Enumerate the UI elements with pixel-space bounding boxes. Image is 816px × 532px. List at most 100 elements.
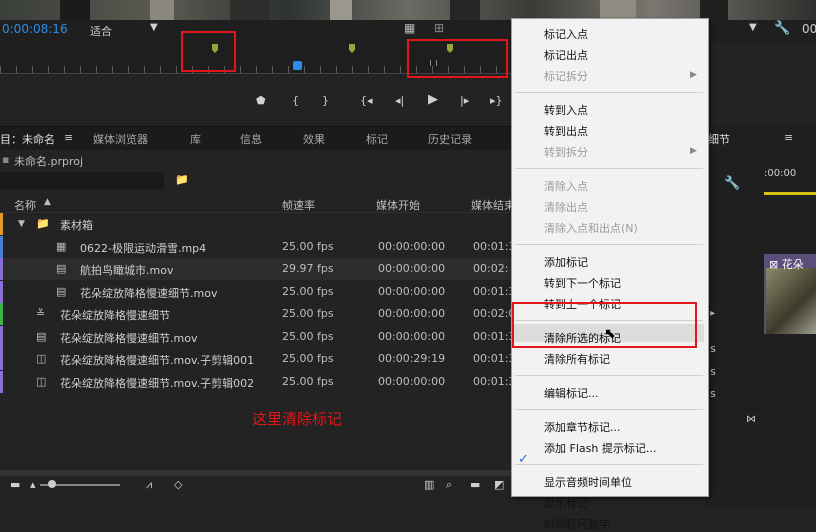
menu-item[interactable]: 添加章节标记... bbox=[544, 419, 621, 435]
menu-separator bbox=[515, 244, 703, 245]
tab-markers[interactable]: 标记 bbox=[366, 131, 388, 147]
submenu-arrow-icon: ▶ bbox=[690, 70, 697, 80]
wrench-icon[interactable]: 🔧 bbox=[724, 176, 740, 191]
step-forward-icon[interactable]: |▸ bbox=[460, 94, 469, 107]
media-start: 00:00:00:00 bbox=[378, 285, 446, 298]
new-item-icon[interactable]: ◩ bbox=[494, 478, 504, 491]
playhead-icon[interactable] bbox=[293, 61, 302, 70]
menu-item[interactable]: 显示标记 bbox=[544, 495, 588, 511]
chevron-down-icon[interactable]: ▼ bbox=[150, 22, 158, 33]
icon-view-icon[interactable]: ▴ bbox=[30, 478, 36, 491]
list-view-icon[interactable]: ▬ bbox=[10, 478, 20, 491]
sort-asc-icon[interactable]: ▲ bbox=[44, 197, 51, 207]
track-sync-icon[interactable]: ⋈ bbox=[746, 414, 756, 425]
source-timecode[interactable]: 00 bbox=[802, 22, 816, 36]
table-row[interactable]: ▤ 花朵绽放降格慢速细节.mov 25.00 fps 00:00:00:00 00:01… bbox=[0, 326, 520, 348]
automate-icon[interactable]: ▥ bbox=[424, 478, 434, 491]
highlight-box-marker-2 bbox=[407, 39, 508, 78]
media-end: 00:01:3 bbox=[473, 375, 516, 388]
table-row[interactable]: ◫ 花朵绽放降格慢速细节.mov.子剪辑001 25.00 fps 00:00:29:… bbox=[0, 348, 520, 370]
column-media-start[interactable]: 媒体开始 bbox=[376, 197, 420, 213]
media-end: 00:01:3 bbox=[473, 240, 516, 253]
menu-item[interactable]: 显示音频时间单位 bbox=[544, 474, 632, 490]
zoom-fit-select[interactable]: 适合 bbox=[90, 23, 112, 39]
menu-item[interactable]: 转到下一个标记 bbox=[544, 275, 621, 291]
program-monitor-preview bbox=[0, 0, 816, 20]
menu-item[interactable]: 清除所有标记 bbox=[544, 351, 610, 367]
tab-history[interactable]: 历史记录 bbox=[428, 131, 472, 147]
go-to-out-icon[interactable]: ▸} bbox=[490, 94, 503, 107]
work-area-bar[interactable] bbox=[764, 192, 816, 195]
timeline-tab[interactable]: 细节 bbox=[708, 131, 730, 147]
search-input[interactable] bbox=[0, 172, 164, 190]
frame-rate: 25.00 fps bbox=[282, 307, 334, 320]
disclosure-triangle-icon[interactable]: ▼ bbox=[18, 219, 25, 229]
playhead-timecode[interactable]: 0:00:08:16 bbox=[2, 22, 68, 36]
subclip-icon: ◫ bbox=[36, 375, 47, 388]
play-icon[interactable]: ▶ bbox=[428, 92, 438, 107]
menu-item[interactable]: 时间标尺数字 bbox=[544, 516, 610, 532]
tab-info[interactable]: 信息 bbox=[240, 131, 262, 147]
chevron-right-icon[interactable]: ▸ bbox=[710, 308, 715, 319]
tab-libraries[interactable]: 库 bbox=[190, 131, 201, 147]
menu-item[interactable]: 转到出点 bbox=[544, 123, 588, 139]
menu-item[interactable]: 转到入点 bbox=[544, 102, 588, 118]
tab-media-browser[interactable]: 媒体浏览器 bbox=[93, 131, 148, 147]
label-color-swatch bbox=[0, 281, 3, 303]
column-fps[interactable]: 帧速率 bbox=[282, 197, 315, 213]
chevron-down-icon[interactable]: ▼ bbox=[749, 22, 757, 33]
horizontal-scrollbar[interactable] bbox=[0, 470, 520, 476]
step-back-icon[interactable]: ◂| bbox=[395, 94, 404, 107]
plus-grid-icon[interactable]: ⊞ bbox=[434, 21, 444, 35]
column-name[interactable]: 名称 bbox=[14, 197, 36, 213]
track-label: s bbox=[710, 387, 716, 400]
clip-name: 花朵绽放降格慢速细节 bbox=[60, 309, 170, 322]
settings-grid-icon[interactable]: ▦ bbox=[404, 21, 415, 35]
tab-menu-icon[interactable]: ≡ bbox=[64, 131, 73, 144]
menu-separator bbox=[515, 409, 703, 410]
media-end: 00:01:3 bbox=[473, 330, 516, 343]
menu-item: 转到拆分 bbox=[544, 146, 588, 159]
wrench-icon[interactable]: 🔧 bbox=[774, 21, 790, 36]
mark-in-icon[interactable]: { bbox=[292, 94, 299, 107]
sequence-icon: ≚ bbox=[36, 307, 46, 320]
freeform-view-icon[interactable]: ⩘ bbox=[146, 478, 152, 492]
clip-name: 花朵绽放降格慢速细节.mov.子剪辑002 bbox=[60, 377, 255, 390]
track-label: s bbox=[710, 365, 716, 378]
table-row[interactable]: ▦ 0622-极限运动滑雪.mp4 25.00 fps 00:00:00:00 00:0… bbox=[0, 236, 520, 258]
column-media-end[interactable]: 媒体结束 bbox=[471, 197, 515, 213]
highlight-box-marker bbox=[181, 31, 236, 72]
go-to-in-icon[interactable]: {◂ bbox=[360, 94, 373, 107]
label-color-swatch bbox=[0, 303, 3, 325]
zoom-slider-knob[interactable] bbox=[48, 480, 56, 488]
film-icon: ▤ bbox=[56, 262, 67, 275]
table-row[interactable]: ▤ 花朵绽放降格慢速细节.mov 25.00 fps 00:00:00:00 00:01… bbox=[0, 281, 520, 303]
track-label: s bbox=[710, 342, 716, 355]
sort-icon[interactable]: ◇ bbox=[174, 478, 182, 491]
annotation-text: 这里清除标记 bbox=[252, 410, 343, 428]
table-row[interactable]: ▤ 航拍鸟瞰城市.mov 29.97 fps 00:00:00:00 00:02: bbox=[0, 258, 520, 280]
clip-name: 花朵绽放降格慢速细节.mov.子剪辑001 bbox=[60, 354, 255, 367]
menu-item[interactable]: 编辑标记... bbox=[544, 385, 599, 401]
table-row[interactable]: ◫ 花朵绽放降格慢速细节.mov.子剪辑002 25.00 fps 00:00:00:… bbox=[0, 371, 520, 393]
find-icon[interactable]: ⌕ bbox=[446, 478, 452, 492]
table-row[interactable]: ≚ 花朵绽放降格慢速细节 25.00 fps 00:00:00:00 00:02:0 bbox=[0, 303, 520, 325]
menu-item[interactable]: 添加 Flash 提示标记... bbox=[544, 440, 656, 456]
media-start: 00:00:29:19 bbox=[378, 352, 446, 365]
menu-item[interactable]: 添加标记 bbox=[544, 254, 588, 270]
new-bin-icon[interactable]: 📁 bbox=[175, 173, 189, 186]
label-color-swatch bbox=[0, 258, 3, 280]
bin-row[interactable]: ▼ 📁 素材箱 bbox=[0, 213, 520, 235]
tab-effects[interactable]: 效果 bbox=[303, 131, 325, 147]
new-bin-icon[interactable]: ▬ bbox=[470, 478, 480, 491]
menu-icon[interactable]: ≡ bbox=[784, 131, 793, 144]
menu-item[interactable]: 标记出点 bbox=[544, 47, 588, 63]
menu-item[interactable]: 标记入点 bbox=[544, 26, 588, 42]
menu-separator bbox=[515, 92, 703, 93]
film-icon: ▤ bbox=[36, 330, 47, 343]
label-color-swatch bbox=[0, 348, 3, 370]
add-marker-icon[interactable]: ⬟ bbox=[256, 94, 266, 107]
mark-out-icon[interactable]: } bbox=[322, 94, 329, 107]
tab-project[interactable]: 目：未命名 bbox=[0, 131, 55, 147]
label-color-swatch bbox=[0, 236, 3, 258]
